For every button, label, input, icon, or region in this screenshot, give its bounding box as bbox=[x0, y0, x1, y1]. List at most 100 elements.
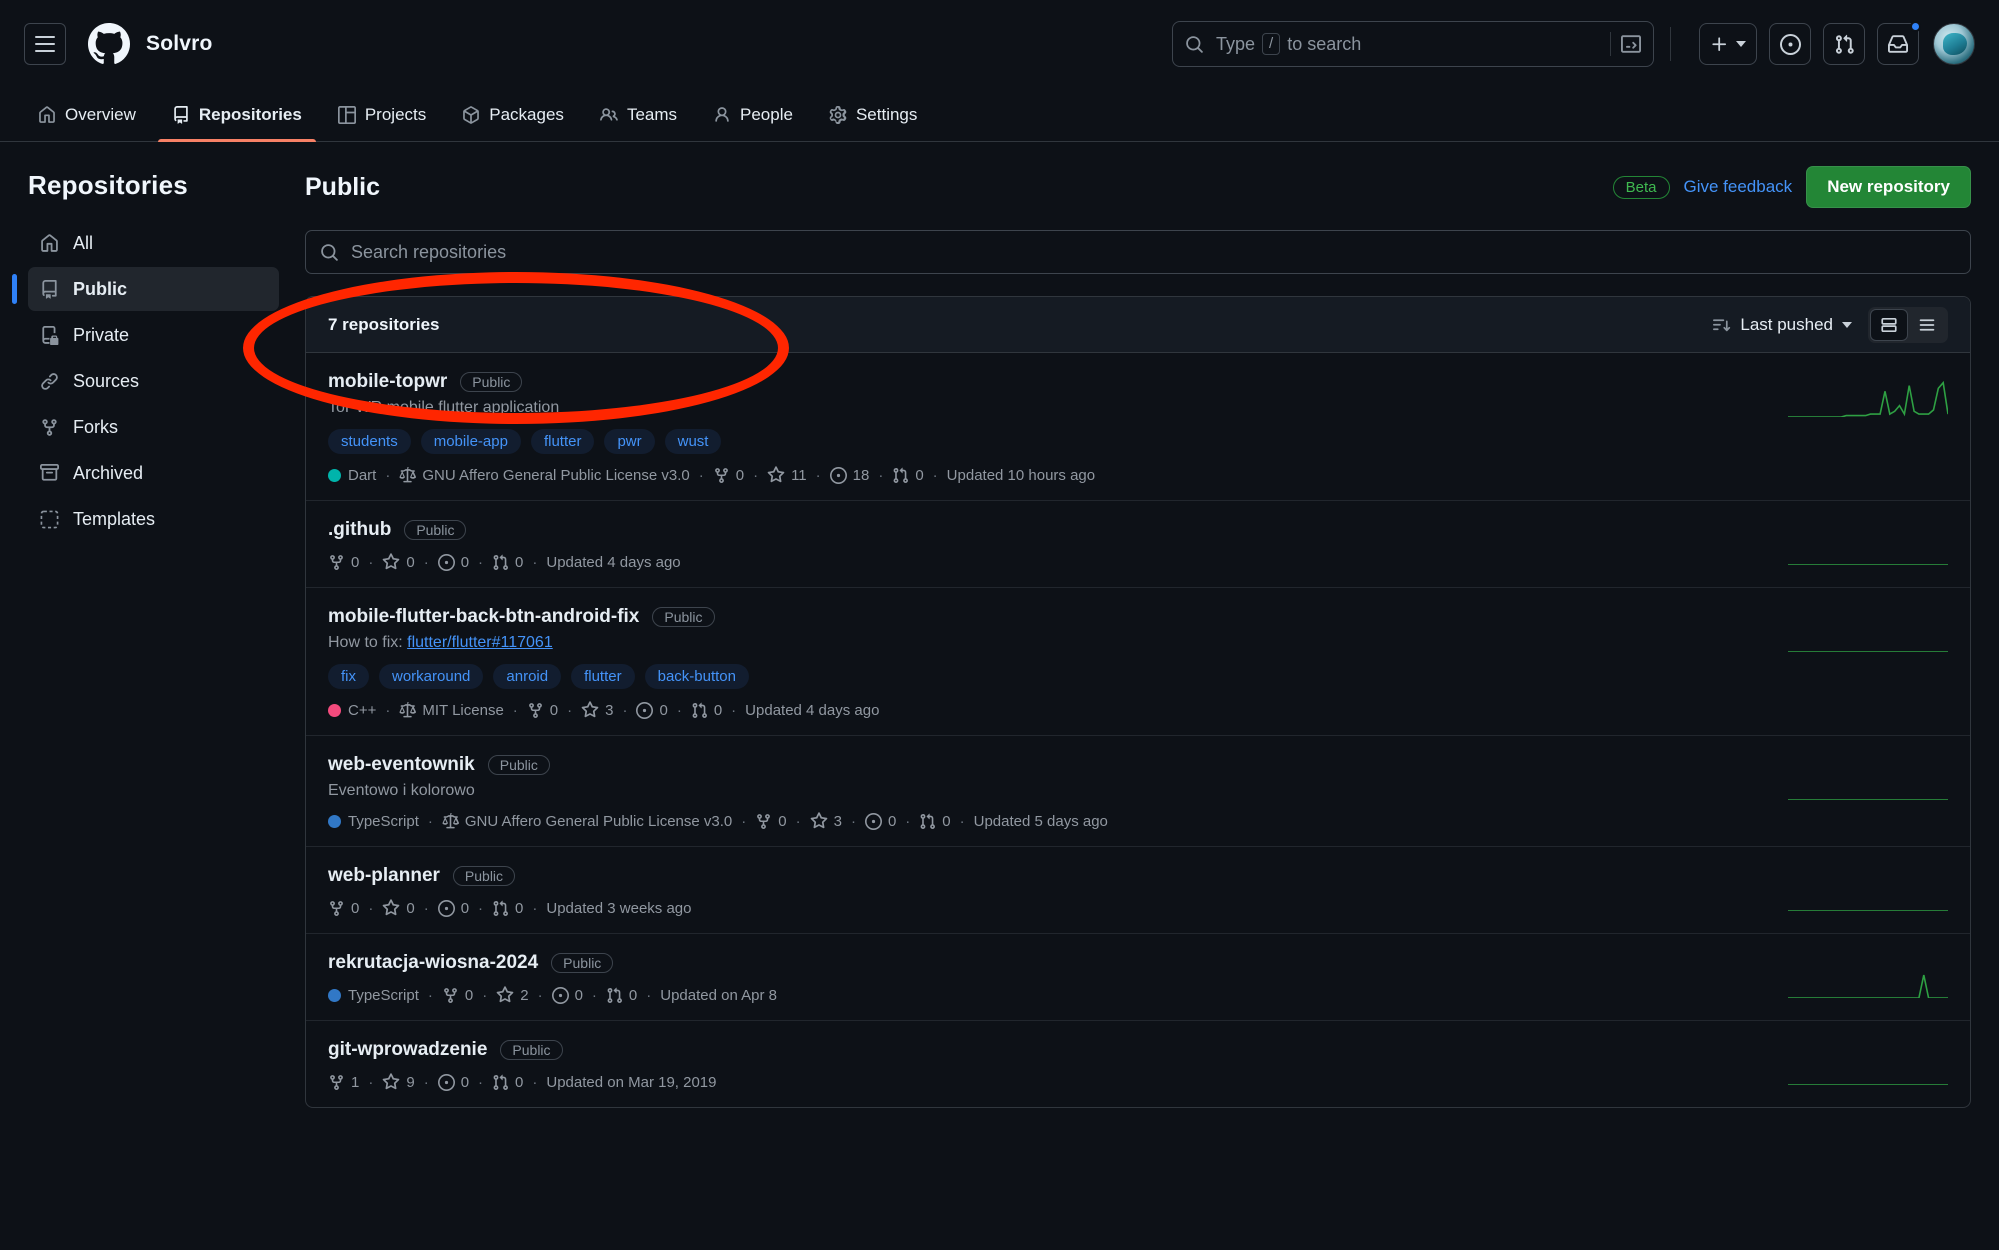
header-divider bbox=[1670, 27, 1671, 61]
tab-packages-label: Packages bbox=[489, 104, 564, 124]
compact-view-icon[interactable] bbox=[1908, 309, 1946, 341]
terminal-icon[interactable] bbox=[1621, 34, 1641, 54]
plus-icon bbox=[1712, 36, 1727, 51]
inbox-button[interactable] bbox=[1877, 21, 1921, 65]
repositories-sidebar: Repositories All Public Private Sources … bbox=[0, 142, 305, 1250]
repo-stars[interactable]: 0 bbox=[382, 553, 415, 571]
tab-people[interactable]: People bbox=[699, 88, 807, 141]
repo-stars[interactable]: 11 bbox=[767, 466, 807, 484]
issues-button[interactable] bbox=[1769, 23, 1811, 65]
repo-name-link[interactable]: rekrutacja-wiosna-2024 bbox=[328, 952, 538, 974]
repository-rows: mobile-topwr Public ToPWR mobile flutter a… bbox=[306, 353, 1970, 1107]
repo-pull-requests[interactable]: 0 bbox=[492, 554, 523, 571]
topic-tag[interactable]: back-button bbox=[644, 664, 749, 689]
give-feedback-link[interactable]: Give feedback bbox=[1684, 177, 1793, 197]
sidebar-item-private[interactable]: Private bbox=[28, 313, 279, 357]
repo-name-link[interactable]: mobile-flutter-back-btn-android-fix bbox=[328, 606, 639, 628]
repo-issues[interactable]: 0 bbox=[437, 899, 469, 917]
meta-separator: · bbox=[741, 812, 747, 830]
repo-issues[interactable]: 0 bbox=[437, 553, 469, 571]
sidebar-item-templates[interactable]: Templates bbox=[28, 497, 279, 541]
topic-tag[interactable]: fix bbox=[328, 664, 369, 689]
sidebar-item-public[interactable]: Public bbox=[12, 267, 279, 311]
tab-projects[interactable]: Projects bbox=[324, 88, 440, 141]
repo-metadata: TypeScript · GNU Affero General Public Lic… bbox=[328, 812, 1768, 830]
repo-stars[interactable]: 3 bbox=[810, 812, 842, 830]
tab-overview[interactable]: Overview bbox=[24, 88, 150, 141]
topic-tag[interactable]: students bbox=[328, 429, 411, 454]
create-new-button[interactable] bbox=[1699, 23, 1757, 65]
topic-tag[interactable]: anroid bbox=[493, 664, 562, 689]
sort-dropdown[interactable]: Last pushed bbox=[1713, 315, 1852, 335]
repo-forks[interactable]: 0 bbox=[328, 554, 359, 571]
comfortable-view-icon[interactable] bbox=[1870, 308, 1908, 341]
repo-pull-requests[interactable]: 0 bbox=[492, 900, 523, 917]
tab-packages[interactable]: Packages bbox=[448, 88, 578, 141]
repo-title-line: rekrutacja-wiosna-2024 Public bbox=[328, 952, 1768, 974]
repo-forks[interactable]: 0 bbox=[755, 813, 787, 830]
sidebar-item-sources[interactable]: Sources bbox=[28, 359, 279, 403]
avatar[interactable] bbox=[1933, 23, 1975, 65]
repo-issues[interactable]: 0 bbox=[437, 1073, 469, 1091]
repo-name-link[interactable]: .github bbox=[328, 519, 391, 541]
org-name[interactable]: Solvro bbox=[146, 32, 213, 56]
repo-updated-time: Updated 4 days ago bbox=[546, 553, 681, 571]
tab-teams[interactable]: Teams bbox=[586, 88, 691, 141]
tab-settings[interactable]: Settings bbox=[815, 88, 931, 141]
language-color-dot bbox=[328, 703, 341, 717]
sidebar-item-forks-label: Forks bbox=[73, 416, 118, 437]
topic-tag[interactable]: workaround bbox=[379, 664, 484, 689]
github-logo-icon[interactable] bbox=[88, 23, 130, 65]
new-repository-button[interactable]: New repository bbox=[1806, 166, 1971, 208]
repo-stars[interactable]: 2 bbox=[496, 986, 529, 1004]
repo-forks[interactable]: 0 bbox=[328, 900, 359, 917]
pull-requests-button[interactable] bbox=[1823, 23, 1865, 65]
search-repositories-input[interactable]: Search repositories bbox=[305, 230, 1971, 274]
link-icon bbox=[41, 372, 58, 390]
repo-issues[interactable]: 18 bbox=[829, 466, 869, 484]
sidebar-item-all[interactable]: All bbox=[28, 221, 279, 265]
repo-issues[interactable]: 0 bbox=[551, 986, 583, 1004]
topic-tag[interactable]: flutter bbox=[530, 429, 595, 454]
repo-stars[interactable]: 9 bbox=[382, 1073, 415, 1091]
repo-name-link[interactable]: mobile-topwr bbox=[328, 371, 447, 393]
meta-separator: · bbox=[423, 1073, 429, 1091]
repo-forks[interactable]: 0 bbox=[527, 702, 558, 719]
repo-name-link[interactable]: git-wprowadzenie bbox=[328, 1039, 487, 1061]
repo-updated-time: Updated 4 days ago bbox=[745, 701, 880, 719]
repo-pull-requests[interactable]: 0 bbox=[919, 813, 951, 830]
repo-language: TypeScript bbox=[328, 987, 419, 1004]
meta-separator: · bbox=[622, 701, 628, 719]
repo-pull-requests[interactable]: 0 bbox=[691, 702, 722, 719]
repo-metadata: TypeScript · 0 · 2 · 0 · 0 · Updated on Apr 8 bbox=[328, 986, 1768, 1004]
inbox-icon bbox=[1888, 35, 1908, 53]
repo-language: TypeScript bbox=[328, 813, 419, 830]
topic-tag[interactable]: flutter bbox=[571, 664, 635, 689]
repo-issues[interactable]: 0 bbox=[864, 812, 896, 830]
hamburger-menu-icon[interactable] bbox=[24, 23, 66, 65]
repo-name-link[interactable]: web-eventownik bbox=[328, 754, 475, 776]
repo-stars[interactable]: 0 bbox=[382, 899, 415, 917]
repo-forks[interactable]: 1 bbox=[328, 1074, 359, 1091]
repo-pull-requests[interactable]: 0 bbox=[892, 467, 924, 484]
tab-repositories[interactable]: Repositories bbox=[157, 88, 316, 142]
repo-pull-requests[interactable]: 0 bbox=[606, 987, 637, 1004]
repo-name-link[interactable]: web-planner bbox=[328, 865, 440, 887]
repo-updated-time: Updated on Mar 19, 2019 bbox=[546, 1073, 717, 1091]
repo-issues[interactable]: 0 bbox=[636, 701, 668, 719]
repo-stars[interactable]: 3 bbox=[581, 701, 613, 719]
meta-separator: · bbox=[815, 466, 821, 484]
repo-forks[interactable]: 0 bbox=[442, 987, 473, 1004]
topic-tag[interactable]: mobile-app bbox=[420, 429, 521, 454]
repo-description-link[interactable]: flutter/flutter#117061 bbox=[407, 634, 553, 651]
table-row: git-wprowadzenie Public 1 · 9 · 0 · 0 · Updated on… bbox=[306, 1021, 1970, 1107]
sidebar-item-archived[interactable]: Archived bbox=[28, 451, 279, 495]
archive-icon bbox=[40, 463, 59, 481]
repo-pull-requests[interactable]: 0 bbox=[492, 1074, 523, 1091]
topic-tag[interactable]: wust bbox=[664, 429, 722, 454]
global-search-input[interactable]: Type / to search bbox=[1172, 21, 1654, 67]
topic-tag[interactable]: pwr bbox=[604, 429, 655, 454]
repo-forks[interactable]: 0 bbox=[713, 467, 744, 484]
sidebar-item-forks[interactable]: Forks bbox=[28, 405, 279, 449]
meta-separator: · bbox=[646, 986, 652, 1004]
